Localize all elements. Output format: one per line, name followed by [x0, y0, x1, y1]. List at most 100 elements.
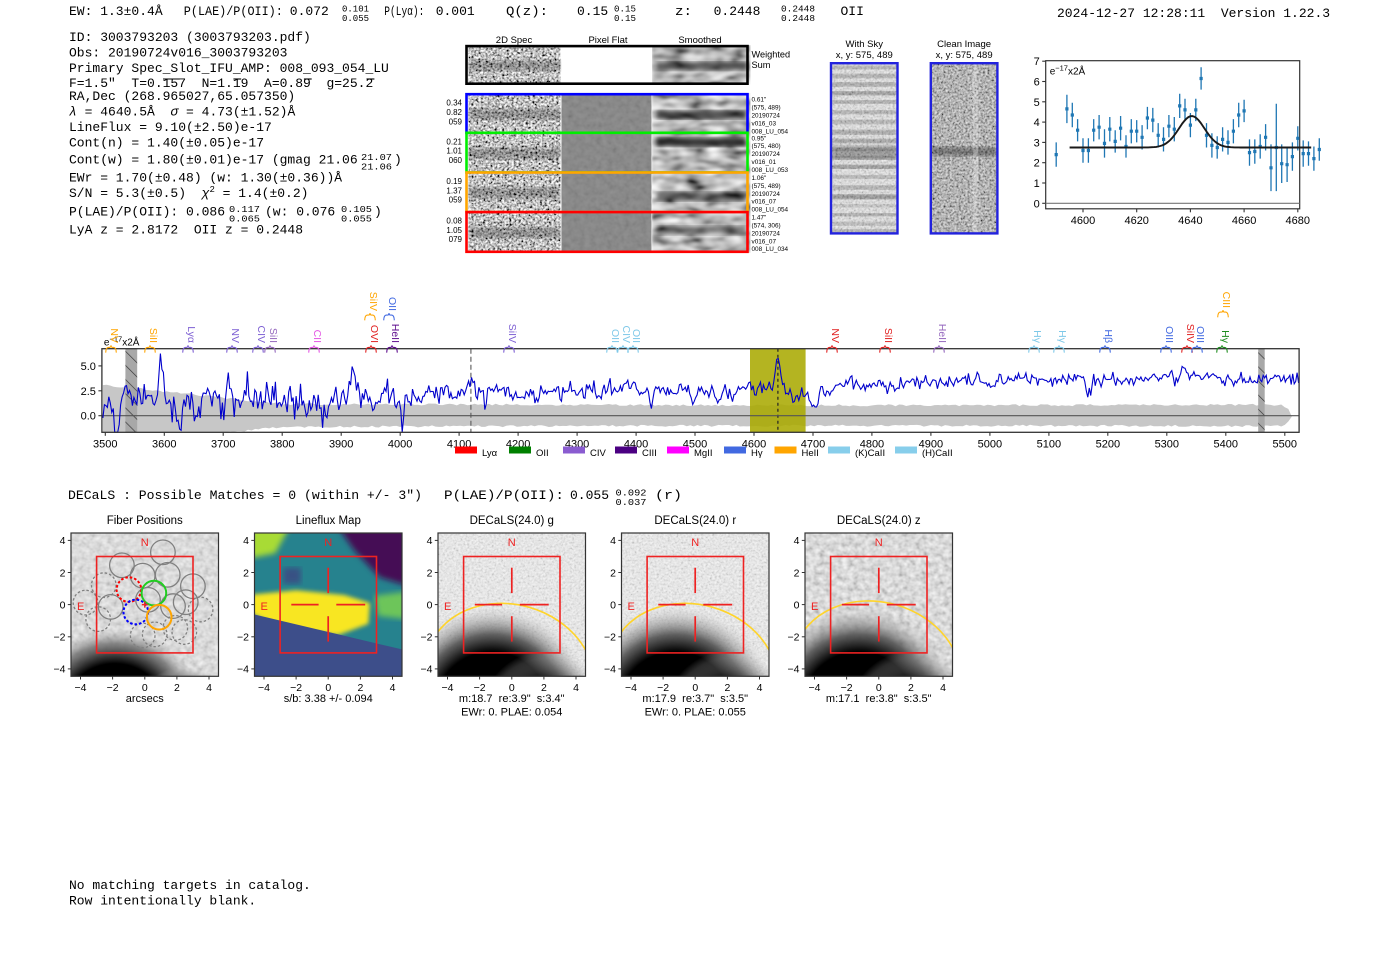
svg-text:−2: −2 — [421, 632, 433, 644]
svg-text:−2: −2 — [107, 682, 119, 694]
svg-text:0.001: 0.001 — [436, 4, 475, 19]
svg-text:2D Spec: 2D Spec — [496, 35, 533, 46]
svg-text:2: 2 — [174, 682, 180, 694]
svg-text:20190724: 20190724 — [752, 113, 781, 120]
svg-text:EWr: 0. PLAE: 0.054: EWr: 0. PLAE: 0.054 — [461, 707, 562, 719]
svg-text:OII: OII — [536, 448, 549, 459]
svg-text:2: 2 — [1034, 158, 1040, 170]
svg-text:OIII: OIII — [1194, 326, 1206, 343]
svg-text:(r): (r) — [655, 488, 682, 503]
svg-text:5000: 5000 — [978, 438, 1002, 450]
svg-text:0.15: 0.15 — [614, 14, 636, 24]
svg-text:5.0: 5.0 — [81, 361, 96, 373]
svg-text:Q(z):: Q(z): — [506, 4, 548, 19]
svg-text:0.19: 0.19 — [446, 177, 462, 186]
svg-text:20190724: 20190724 — [752, 191, 781, 198]
svg-text:5300: 5300 — [1155, 438, 1179, 450]
svg-text:008_LU_034: 008_LU_034 — [752, 246, 789, 253]
svg-text:NV: NV — [108, 328, 120, 343]
svg-text:0: 0 — [427, 599, 433, 611]
svg-text:20190724: 20190724 — [752, 230, 781, 237]
svg-text:0.21: 0.21 — [446, 137, 462, 146]
svg-text:0: 0 — [1034, 198, 1040, 210]
svg-text:E: E — [261, 601, 268, 613]
svg-text:−4: −4 — [809, 682, 821, 694]
svg-text:0: 0 — [692, 682, 698, 694]
svg-text:P(LAE)/P(OII):: P(LAE)/P(OII): — [184, 4, 283, 19]
svg-text:v016_07: v016_07 — [752, 238, 777, 245]
svg-text:0.2448: 0.2448 — [714, 4, 761, 19]
svg-text:Sum: Sum — [752, 60, 771, 70]
svg-text:−2: −2 — [788, 632, 800, 644]
svg-text:v016_07: v016_07 — [752, 199, 777, 206]
svg-text:0.15: 0.15 — [577, 4, 608, 19]
svg-text:0: 0 — [60, 599, 66, 611]
svg-text:SiII: SiII — [147, 328, 159, 343]
svg-text:−4: −4 — [237, 664, 249, 676]
svg-text:P(LAE)/P(OII): 0.086: P(LAE)/P(OII): 0.086 — [69, 205, 225, 220]
svg-text:4: 4 — [940, 682, 946, 694]
svg-text:2: 2 — [243, 567, 249, 579]
svg-text:−2: −2 — [841, 682, 853, 694]
svg-text:N: N — [508, 537, 516, 549]
svg-text:−2: −2 — [657, 682, 669, 694]
svg-text:m:17.9 re:3.7" s:3.5": m:17.9 re:3.7" s:3.5" — [642, 693, 748, 705]
svg-text:5500: 5500 — [1273, 438, 1297, 450]
svg-text:(574, 306): (574, 306) — [752, 223, 781, 230]
svg-text:4: 4 — [1034, 117, 1040, 129]
svg-text:008_LU_054: 008_LU_054 — [752, 207, 789, 214]
svg-text:LyA z = 2.8172 OII z = 0.2448: LyA z = 2.8172 OII z = 0.2448 — [69, 223, 303, 238]
svg-text:No matching targets in catalog: No matching targets in catalog. — [69, 878, 311, 893]
svg-text:5200: 5200 — [1096, 438, 1120, 450]
svg-text:0.34: 0.34 — [446, 99, 462, 108]
svg-text:0.82: 0.82 — [446, 108, 462, 117]
svg-text:0.072: 0.072 — [290, 4, 329, 19]
svg-text:NV: NV — [229, 328, 241, 343]
svg-text:EWr = 1.70(±0.48) (w: 1.30(±0.: EWr = 1.70(±0.48) (w: 1.30(±0.36))Å — [69, 171, 342, 186]
svg-text:CII: CII — [311, 330, 323, 343]
svg-text:Primary Spec_Slot_IFU_AMP: 008: Primary Spec_Slot_IFU_AMP: 008_093_054_L… — [69, 61, 389, 76]
svg-text:Hγ: Hγ — [1219, 330, 1231, 344]
svg-text:0.055: 0.055 — [341, 214, 372, 224]
svg-text:0.95": 0.95" — [752, 135, 767, 142]
svg-text:4: 4 — [60, 535, 66, 547]
svg-text:4: 4 — [390, 682, 396, 694]
svg-text:e−17x2Å: e−17x2Å — [1050, 64, 1086, 78]
svg-text:3800: 3800 — [270, 438, 294, 450]
svg-text:2024-12-27 12:28:11 Version 1: 2024-12-27 12:28:11 Version 1.22.3 — [1057, 6, 1330, 21]
svg-text:4600: 4600 — [1071, 215, 1095, 227]
svg-text:N: N — [691, 537, 699, 549]
svg-text:Pixel Flat: Pixel Flat — [588, 35, 627, 46]
svg-text:CIII: CIII — [1220, 292, 1232, 308]
svg-text:(575, 480): (575, 480) — [752, 143, 781, 150]
svg-text:3: 3 — [1034, 137, 1040, 149]
svg-text:3900: 3900 — [329, 438, 353, 450]
svg-text:DECaLS(24.0) g: DECaLS(24.0) g — [470, 515, 554, 527]
svg-text:Weighted: Weighted — [752, 50, 791, 60]
svg-text:0: 0 — [142, 682, 148, 694]
svg-text:(w: 0.076: (w: 0.076 — [265, 205, 335, 220]
svg-text:−2: −2 — [474, 682, 486, 694]
svg-text:SiII: SiII — [267, 328, 279, 343]
svg-text:S/N = 5.3(±0.5) χ2 = 1.4(±0.2: S/N = 5.3(±0.5) χ2 = 1.4(±0.2) — [69, 185, 308, 201]
svg-text:With Sky: With Sky — [846, 39, 884, 50]
svg-text:4640: 4640 — [1178, 215, 1202, 227]
svg-text:4: 4 — [427, 535, 433, 547]
svg-text:Smoothed: Smoothed — [678, 35, 721, 46]
svg-text:OII: OII — [841, 4, 864, 19]
svg-text:008_LU_054: 008_LU_054 — [752, 128, 789, 135]
svg-text:OIII: OIII — [1163, 326, 1175, 343]
svg-text:2: 2 — [610, 567, 616, 579]
svg-text:m:17.1 re:3.8" s:3.5": m:17.1 re:3.8" s:3.5" — [826, 693, 932, 705]
svg-text:Cont(n) = 1.40(±0.05)e-17: Cont(n) = 1.40(±0.05)e-17 — [69, 135, 264, 150]
svg-text:−4: −4 — [442, 682, 454, 694]
svg-text:20190724: 20190724 — [752, 151, 781, 158]
svg-text:−4: −4 — [75, 682, 87, 694]
svg-text:Lyα: Lyα — [185, 326, 197, 343]
svg-text:2: 2 — [357, 682, 363, 694]
svg-text:(575, 489): (575, 489) — [752, 183, 781, 190]
svg-text:−2: −2 — [237, 632, 249, 644]
svg-text:N: N — [324, 537, 332, 549]
svg-text:4: 4 — [243, 535, 249, 547]
svg-text:3700: 3700 — [211, 438, 235, 450]
